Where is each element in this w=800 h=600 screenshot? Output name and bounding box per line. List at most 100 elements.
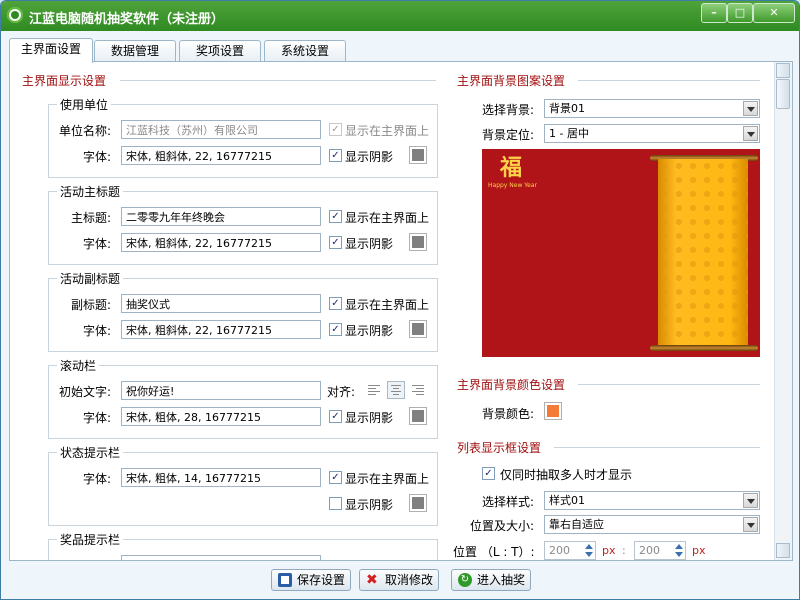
divider	[578, 384, 760, 385]
chevron-down-icon	[743, 126, 758, 141]
unit-font-input[interactable]: 宋体, 粗斜体, 22, 16777215	[121, 146, 321, 165]
unit-name-input[interactable]: 江蓝科技（苏州）有限公司	[121, 120, 321, 139]
tab-system-settings[interactable]: 系统设置	[264, 40, 346, 62]
vertical-scrollbar[interactable]	[774, 62, 792, 560]
sub-title-input[interactable]: 抽奖仪式	[121, 294, 321, 313]
list-multi-only-checkbox[interactable]	[482, 467, 495, 480]
marquee-shadow-checkbox[interactable]	[329, 410, 342, 423]
unit-shadow-checkbox[interactable]	[329, 149, 342, 162]
marquee-text-input[interactable]: 祝你好运!	[121, 381, 321, 400]
bg-position-dropdown[interactable]: 1 - 居中	[544, 124, 760, 143]
main-title-font-label: 字体:	[83, 237, 112, 251]
unit-show-checkbox[interactable]	[329, 123, 342, 136]
sub-title-shadow-color-swatch[interactable]	[409, 320, 427, 338]
marquee-font-label: 字体:	[83, 411, 112, 425]
position-separator: :	[622, 544, 626, 557]
align-right-icon[interactable]	[409, 381, 427, 399]
chevron-down-icon	[743, 517, 758, 532]
scroll-up-icon[interactable]	[776, 63, 790, 78]
tab-main-settings[interactable]: 主界面设置	[9, 38, 93, 63]
prize-bar-group: 奖品提示栏	[48, 531, 438, 560]
bg-color-section-title: 主界面背景颜色设置	[457, 378, 566, 392]
enter-lottery-button[interactable]: ↻ 进入抽奖	[451, 569, 531, 591]
marquee-font-input[interactable]: 宋体, 粗体, 28, 16777215	[121, 407, 321, 426]
list-possize-dropdown[interactable]: 靠右自适应	[544, 515, 760, 534]
status-shadow-checkbox[interactable]	[329, 497, 342, 510]
position-left-spinner[interactable]: 200	[544, 541, 596, 560]
status-bar-group: 状态提示栏 字体: 宋体, 粗体, 14, 16777215 显示在主界面上 显…	[48, 444, 438, 526]
unit-show-label: 显示在主界面上	[345, 124, 430, 138]
chevron-down-icon	[743, 101, 758, 116]
bg-pattern-section-title: 主界面背景图案设置	[457, 74, 566, 88]
maximize-button[interactable]: □	[727, 3, 753, 23]
list-style-value: 样式01	[549, 494, 585, 507]
window-title: 江蓝电脑随机抽奖软件（未注册）	[29, 12, 225, 27]
spinner-arrows-icon[interactable]	[583, 542, 595, 559]
unit-shadow-label: 显示阴影	[345, 150, 394, 164]
status-shadow-color-swatch[interactable]	[409, 494, 427, 512]
unit-name-label: 单位名称:	[59, 124, 112, 138]
title-bar[interactable]: 江蓝电脑随机抽奖软件（未注册） – □ ✕	[1, 1, 799, 31]
save-icon	[278, 573, 292, 587]
save-settings-button[interactable]: 保存设置	[271, 569, 351, 591]
settings-panel: 主界面显示设置 使用单位 单位名称: 江蓝科技（苏州）有限公司 显示在主界面上 …	[9, 61, 793, 561]
list-style-dropdown[interactable]: 样式01	[544, 491, 760, 510]
prize-font-input[interactable]	[121, 555, 321, 560]
sub-title-show-checkbox[interactable]	[329, 297, 342, 310]
list-box-section-title: 列表显示框设置	[457, 441, 542, 455]
sub-title-shadow-checkbox[interactable]	[329, 323, 342, 336]
bg-position-value: 1 - 居中	[549, 127, 589, 140]
scroll-down-icon[interactable]	[776, 543, 790, 558]
unit-group-title: 使用单位	[57, 96, 112, 113]
minimize-button[interactable]: –	[701, 3, 727, 23]
list-style-label: 选择样式:	[482, 495, 535, 509]
divider	[578, 80, 760, 81]
sub-title-font-label: 字体:	[83, 324, 112, 338]
app-window: 江蓝电脑随机抽奖软件（未注册） – □ ✕ 主界面设置 数据管理 奖项设置 系统…	[0, 0, 800, 600]
main-display-section-title: 主界面显示设置	[22, 74, 107, 88]
tab-prize-settings[interactable]: 奖项设置	[179, 40, 261, 62]
main-title-label: 主标题:	[71, 211, 112, 225]
marquee-group: 滚动栏 初始文字: 祝你好运! 对齐: 字体: 宋体, 粗体, 28, 1677…	[48, 357, 438, 439]
main-title-shadow-checkbox[interactable]	[329, 236, 342, 249]
tab-data-management[interactable]: 数据管理	[94, 40, 176, 62]
bg-select-dropdown[interactable]: 背景01	[544, 99, 760, 118]
align-center-icon[interactable]	[387, 381, 405, 399]
position-left-value: 200	[549, 544, 570, 557]
unit-shadow-color-swatch[interactable]	[409, 146, 427, 164]
align-left-icon[interactable]	[365, 381, 383, 399]
main-title-group-title: 活动主标题	[57, 183, 124, 200]
px-unit-label: px	[692, 544, 706, 557]
unit-font-label: 字体:	[83, 150, 112, 164]
marquee-align-label: 对齐:	[327, 385, 356, 399]
preview-greeting: Happy New Year	[488, 182, 537, 189]
status-show-label: 显示在主界面上	[345, 472, 430, 486]
position-top-spinner[interactable]: 200	[634, 541, 686, 560]
sub-title-group-title: 活动副标题	[57, 270, 124, 287]
cancel-changes-button[interactable]: ✖ 取消修改	[359, 569, 439, 591]
status-font-label: 字体:	[83, 472, 112, 486]
bg-color-swatch[interactable]	[544, 402, 562, 420]
sub-title-shadow-label: 显示阴影	[345, 324, 394, 338]
scroll-thumb[interactable]	[776, 79, 790, 109]
marquee-shadow-label: 显示阴影	[345, 411, 394, 425]
sub-title-font-input[interactable]: 宋体, 粗斜体, 22, 16777215	[121, 320, 321, 339]
main-title-shadow-color-swatch[interactable]	[409, 233, 427, 251]
list-position-label: 位置 （L : T）:	[453, 545, 535, 559]
bg-select-value: 背景01	[549, 102, 585, 115]
list-possize-label: 位置及大小:	[470, 519, 535, 533]
marquee-shadow-color-swatch[interactable]	[409, 407, 427, 425]
main-title-font-input[interactable]: 宋体, 粗斜体, 22, 16777215	[121, 233, 321, 252]
fu-character-logo: 福	[500, 155, 523, 181]
status-font-input[interactable]: 宋体, 粗体, 14, 16777215	[121, 468, 321, 487]
main-title-shadow-label: 显示阴影	[345, 237, 394, 251]
spinner-arrows-icon[interactable]	[673, 542, 685, 559]
status-show-checkbox[interactable]	[329, 471, 342, 484]
sub-title-label: 副标题:	[71, 298, 112, 312]
main-title-show-checkbox[interactable]	[329, 210, 342, 223]
app-logo-icon	[7, 7, 23, 23]
close-button[interactable]: ✕	[753, 3, 795, 23]
scroll-banner	[658, 159, 748, 345]
main-title-input[interactable]: 二零零九年年终晚会	[121, 207, 321, 226]
bg-color-label: 背景颜色:	[482, 407, 535, 421]
